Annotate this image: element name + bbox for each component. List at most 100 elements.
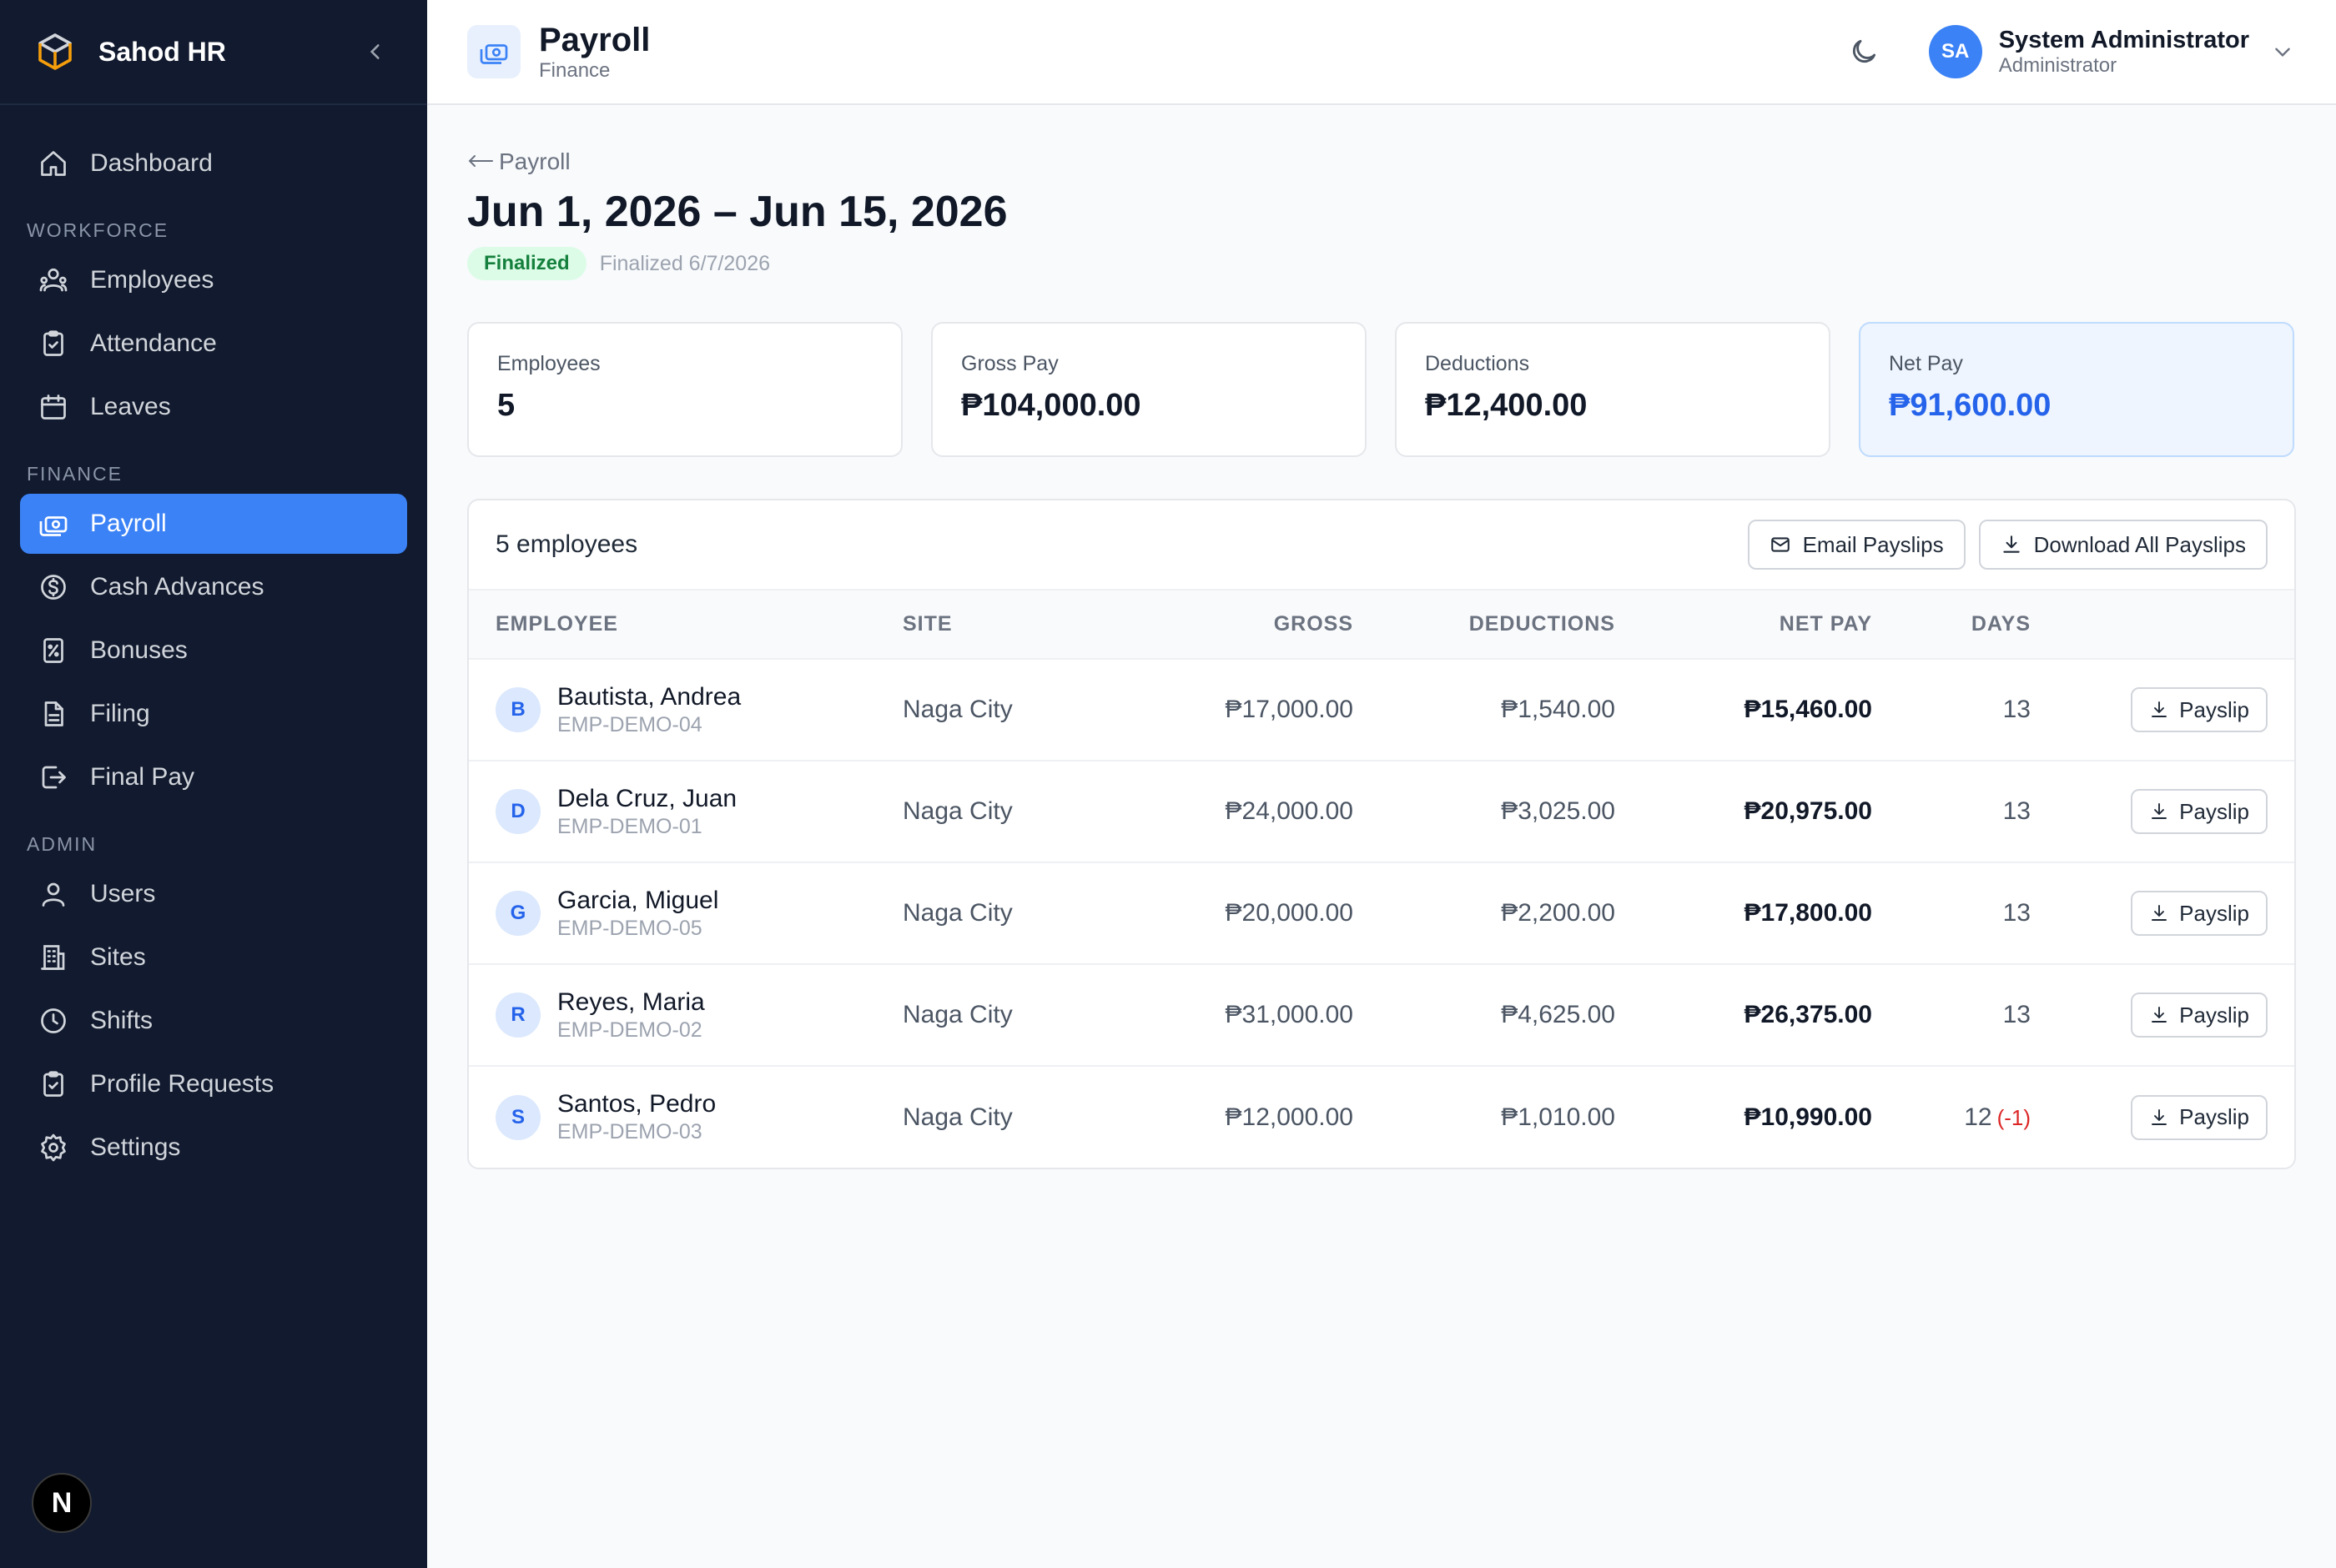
- gross-cell: ₱17,000.00: [1225, 696, 1353, 723]
- site-cell: Naga City: [903, 899, 1013, 927]
- sidebar-item-label: Employees: [90, 266, 214, 294]
- email-payslips-button[interactable]: Email Payslips: [1747, 520, 1966, 570]
- user-role: Administrator: [1998, 53, 2117, 77]
- building-icon: [37, 941, 70, 974]
- sidebar-item-label: Cash Advances: [90, 573, 264, 601]
- sidebar-nav: Dashboard WORKFORCE Employees Attendance…: [0, 105, 427, 1178]
- col-net-pay[interactable]: NET PAY: [1615, 591, 1872, 659]
- employee-cell: G Garcia, Miguel EMP-DEMO-05: [496, 887, 903, 941]
- employee-cell: D Dela Cruz, Juan EMP-DEMO-01: [496, 785, 903, 839]
- summary-cards: Employees 5 Gross Pay ₱104,000.00 Deduct…: [467, 322, 2296, 457]
- sidebar-item-bonuses[interactable]: Bonuses: [20, 621, 407, 681]
- payslip-button[interactable]: Payslip: [2131, 891, 2268, 936]
- net-pay-cell: ₱15,460.00: [1744, 696, 1872, 723]
- button-label: Payslip: [2179, 1104, 2249, 1129]
- sidebar-item-label: Filing: [90, 700, 150, 727]
- payslip-button[interactable]: Payslip: [2131, 687, 2268, 732]
- sidebar-item-payroll[interactable]: Payroll: [20, 494, 407, 554]
- theme-toggle-button[interactable]: [1840, 28, 1887, 75]
- employee-name: Dela Cruz, Juan: [557, 784, 738, 812]
- user-menu[interactable]: SA System Administrator Administrator: [1928, 25, 2296, 78]
- download-all-payslips-button[interactable]: Download All Payslips: [1978, 520, 2268, 570]
- download-icon: [2149, 700, 2169, 720]
- sidebar-item-attendance[interactable]: Attendance: [20, 314, 407, 374]
- table-row: R Reyes, Maria EMP-DEMO-02 Naga City ₱31…: [469, 964, 2294, 1066]
- clipboard-user-icon: [37, 1068, 70, 1101]
- employee-initial-avatar: D: [496, 789, 541, 834]
- gross-pay-card: Gross Pay ₱104,000.00: [931, 322, 1367, 457]
- sidebar-item-dashboard[interactable]: Dashboard: [20, 133, 407, 193]
- site-cell: Naga City: [903, 1001, 1013, 1028]
- header-titles: Payroll Finance: [539, 21, 1840, 83]
- table-row: D Dela Cruz, Juan EMP-DEMO-01 Naga City …: [469, 761, 2294, 862]
- sidebar-item-leaves[interactable]: Leaves: [20, 377, 407, 437]
- document-icon: [37, 697, 70, 731]
- sidebar-item-settings[interactable]: Settings: [20, 1118, 407, 1178]
- dollar-circle-icon: [37, 570, 70, 604]
- card-label: Deductions: [1425, 352, 1530, 375]
- employee-name: Garcia, Miguel: [557, 886, 719, 914]
- col-site[interactable]: SITE: [903, 591, 1103, 659]
- card-label: Net Pay: [1889, 352, 1963, 375]
- sidebar-item-label: Attendance: [90, 329, 217, 357]
- payslip-button[interactable]: Payslip: [2131, 789, 2268, 834]
- button-label: Email Payslips: [1802, 531, 1944, 557]
- payroll-table-panel: 5 employees Email Payslips Download All …: [467, 499, 2296, 1169]
- card-label: Gross Pay: [961, 352, 1059, 375]
- gross-cell: ₱31,000.00: [1225, 1001, 1353, 1028]
- sidebar-item-label: Bonuses: [90, 636, 188, 664]
- download-icon: [2149, 903, 2169, 923]
- button-label: Payslip: [2179, 696, 2249, 722]
- deductions-cell: ₱1,010.00: [1501, 1103, 1615, 1131]
- clock-icon: [37, 1004, 70, 1038]
- employee-id: EMP-DEMO-04: [557, 712, 702, 736]
- employee-count: 5 employees: [496, 530, 638, 558]
- days-value: 13: [2002, 899, 2031, 927]
- col-gross[interactable]: GROSS: [1103, 591, 1353, 659]
- cube-logo-icon: [35, 32, 75, 72]
- payslip-button[interactable]: Payslip: [2131, 1094, 2268, 1140]
- sidebar: Sahod HR Dashboard WORKFORCE Employees A…: [0, 0, 427, 1568]
- back-to-payroll-link[interactable]: Payroll: [467, 148, 571, 175]
- sidebar-item-profile-requests[interactable]: Profile Requests: [20, 1054, 407, 1114]
- dev-tools-badge[interactable]: N: [32, 1473, 92, 1533]
- status-row: Finalized Finalized 6/7/2026: [467, 247, 2296, 280]
- sidebar-item-label: Shifts: [90, 1007, 154, 1034]
- sidebar-item-users[interactable]: Users: [20, 864, 407, 924]
- top-header: Payroll Finance SA System Administrator …: [427, 0, 2336, 105]
- download-icon: [2001, 534, 2022, 555]
- table-header-row: EMPLOYEE SITE GROSS DEDUCTIONS NET PAY D…: [469, 591, 2294, 659]
- employee-name: Santos, Pedro: [557, 1090, 717, 1118]
- employee-initial-avatar: G: [496, 891, 541, 936]
- banknote-icon: [37, 507, 70, 540]
- sidebar-item-cash-advances[interactable]: Cash Advances: [20, 557, 407, 617]
- sidebar-item-shifts[interactable]: Shifts: [20, 991, 407, 1051]
- deductions-cell: ₱4,625.00: [1501, 1001, 1615, 1028]
- download-icon: [2149, 1005, 2169, 1025]
- arrow-left-icon: [467, 148, 494, 175]
- sidebar-item-employees[interactable]: Employees: [20, 250, 407, 310]
- collapse-sidebar-button[interactable]: [359, 35, 392, 68]
- col-employee[interactable]: EMPLOYEE: [469, 591, 903, 659]
- table-row: G Garcia, Miguel EMP-DEMO-05 Naga City ₱…: [469, 862, 2294, 964]
- card-value: ₱104,000.00: [961, 388, 1141, 423]
- days-cell: 12 (-1): [1872, 1066, 2031, 1168]
- net-pay-cell: ₱17,800.00: [1744, 899, 1872, 927]
- button-label: Payslip: [2179, 1002, 2249, 1028]
- days-value: 12: [1964, 1103, 1992, 1131]
- employee-cell: B Bautista, Andrea EMP-DEMO-04: [496, 683, 903, 737]
- employee-cell: S Santos, Pedro EMP-DEMO-03: [496, 1090, 903, 1144]
- table-row: S Santos, Pedro EMP-DEMO-03 Naga City ₱1…: [469, 1066, 2294, 1168]
- sidebar-item-filing[interactable]: Filing: [20, 684, 407, 744]
- col-days[interactable]: DAYS: [1872, 591, 2031, 659]
- employees-card: Employees 5: [467, 322, 903, 457]
- sidebar-item-sites[interactable]: Sites: [20, 927, 407, 988]
- chevron-left-icon: [370, 44, 380, 59]
- payslip-button[interactable]: Payslip: [2131, 993, 2268, 1038]
- gross-cell: ₱24,000.00: [1225, 797, 1353, 825]
- deductions-card: Deductions ₱12,400.00: [1395, 322, 1830, 457]
- mail-icon: [1770, 534, 1791, 555]
- days-cell: 13: [1872, 761, 2031, 862]
- sidebar-item-final-pay[interactable]: Final Pay: [20, 747, 407, 807]
- col-deductions[interactable]: DEDUCTIONS: [1353, 591, 1615, 659]
